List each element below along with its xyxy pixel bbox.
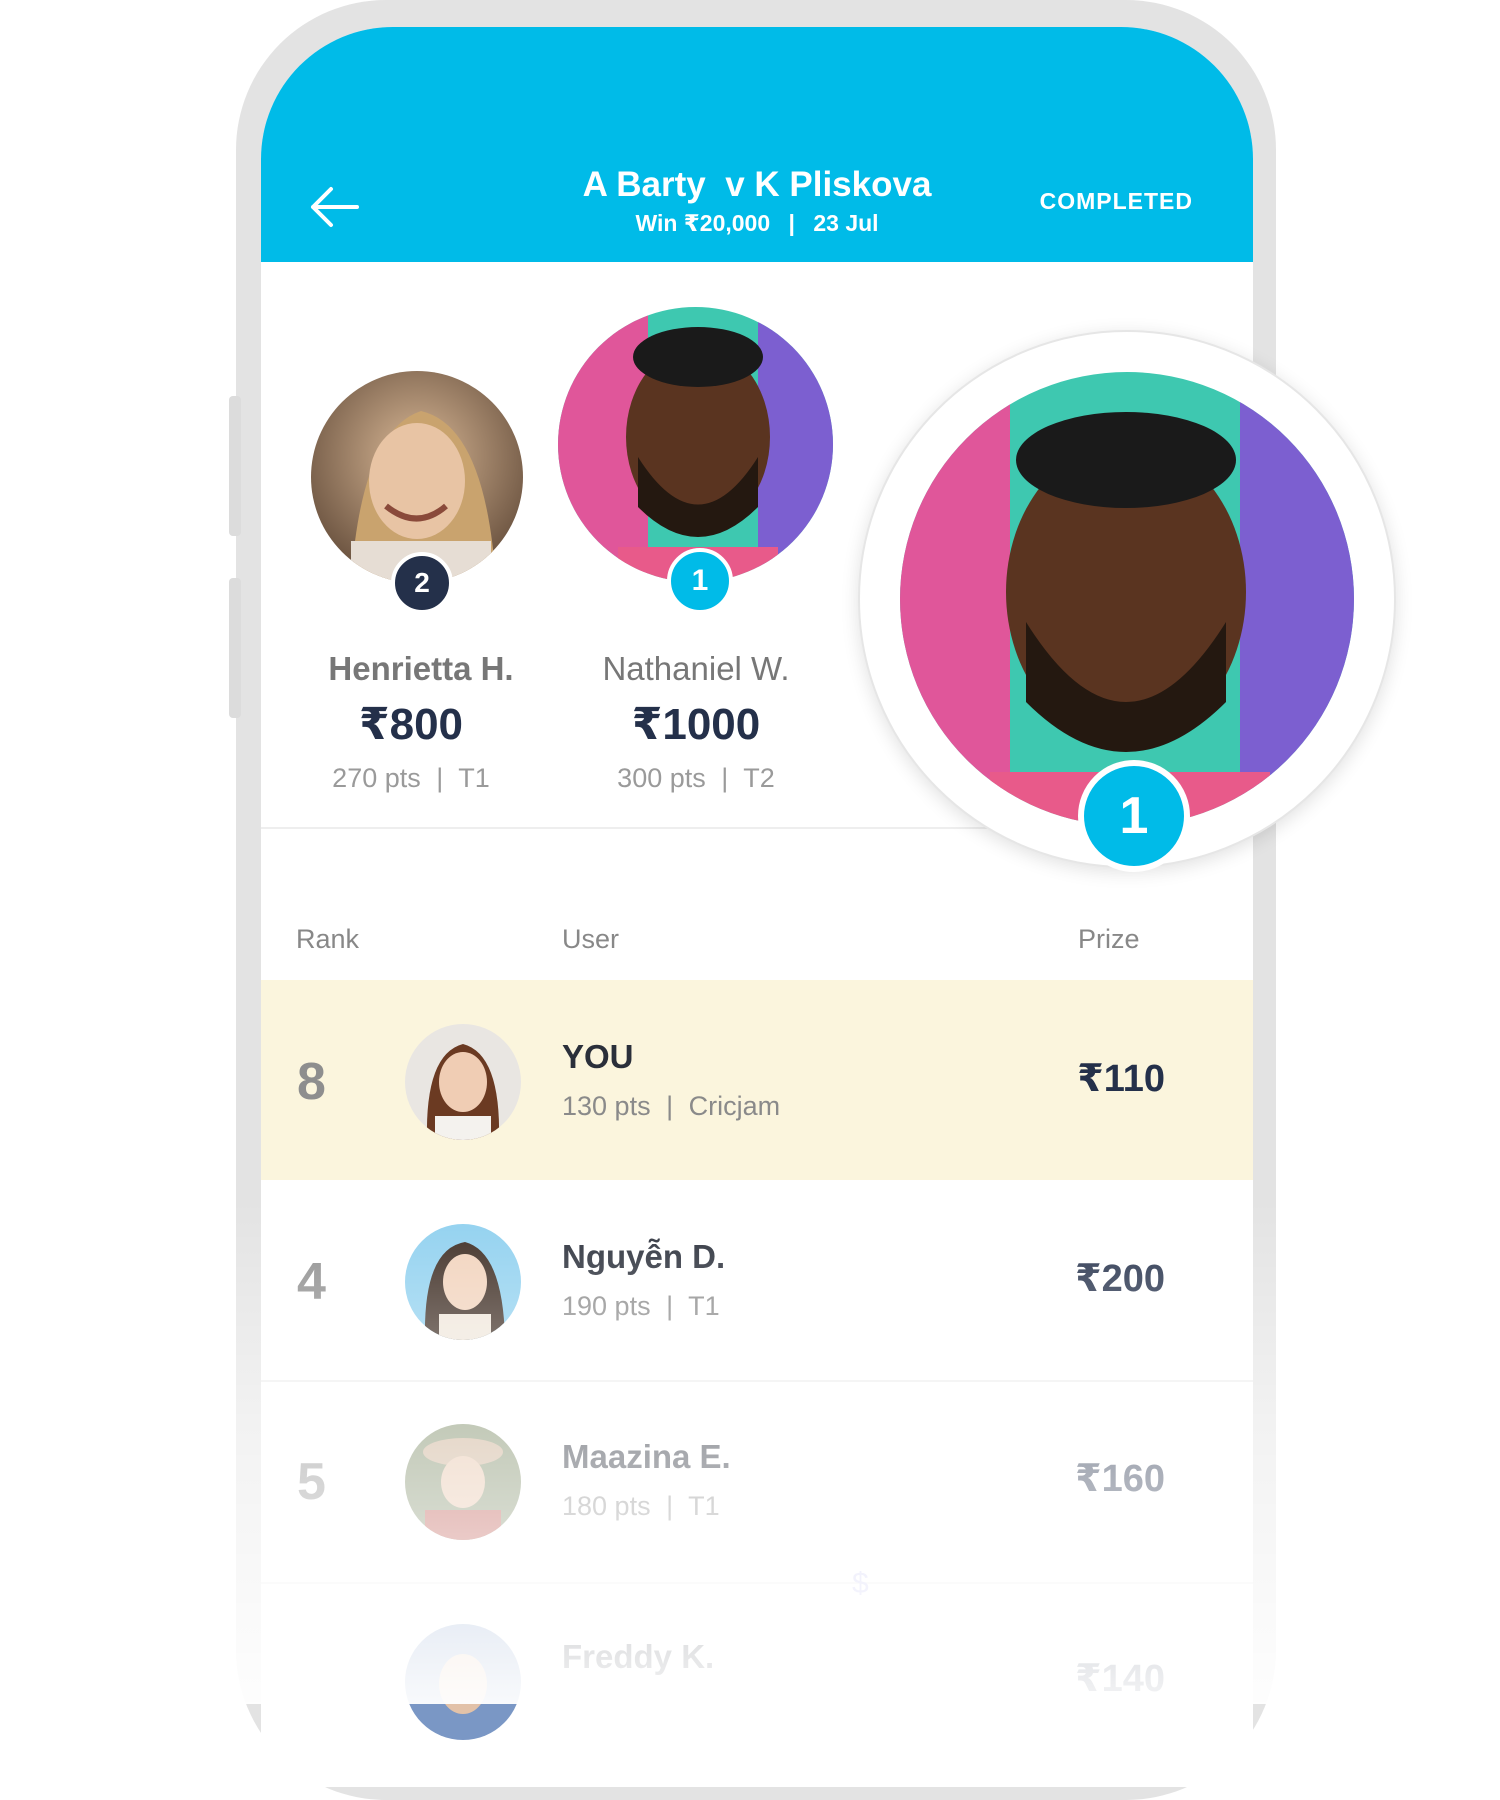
row-rank: 8 [297, 1053, 326, 1111]
app-screen: A Barty v K Pliskova Win ₹20,000 | 23 Ju… [261, 27, 1253, 1787]
phone-volume-button [229, 578, 241, 718]
row-user-name: YOU [562, 1038, 634, 1075]
player-prize: ₹1000 [631, 700, 761, 749]
player-team: T1 [458, 763, 490, 793]
avatar [405, 1224, 521, 1340]
phone-volume-button [229, 396, 241, 536]
row-rank: 5 [297, 1453, 326, 1511]
player-points: 300 pts [617, 763, 706, 793]
table-row[interactable]: Freddy K. ₹140 [261, 1584, 1253, 1784]
match-header: A Barty v K Pliskova Win ₹20,000 | 23 Ju… [261, 27, 1253, 262]
row-points: 130 pts [562, 1091, 651, 1121]
row-user-meta: 130 pts | Cricjam [562, 1091, 780, 1122]
player-meta: 270 pts | T1 [281, 763, 541, 794]
player-name: Henrietta H. [328, 650, 514, 687]
status-badge: COMPLETED [1039, 188, 1193, 214]
avatar [405, 1624, 521, 1740]
player-team: T2 [743, 763, 775, 793]
rank-badge-zoomed: 1 [1078, 760, 1190, 872]
avatar [405, 1424, 521, 1540]
row-user-meta: 180 pts | T1 [562, 1491, 720, 1522]
row-user-name: Freddy K. [562, 1638, 715, 1675]
avatar [311, 371, 523, 583]
separator: | [666, 1091, 674, 1121]
table-row[interactable]: 4 Nguyễn D. 190 pts | T1 ₹200 [261, 1180, 1253, 1380]
dollar-icon: $ [852, 1567, 869, 1600]
avatar [558, 307, 833, 582]
row-team: T1 [688, 1491, 720, 1521]
table-row[interactable]: 5 Maazina E. 180 pts | T1 ₹160 [261, 1382, 1253, 1582]
row-prize: ₹160 [1075, 1458, 1165, 1500]
separator: | [436, 763, 444, 793]
player-name: Nathaniel W. [602, 650, 790, 687]
separator: | [666, 1491, 674, 1521]
table-row-current-user[interactable]: 8 YOU 130 pts | Cricjam ₹110 [261, 980, 1253, 1180]
separator: | [721, 763, 729, 793]
zoom-callout: 1 [858, 330, 1396, 872]
row-prize: ₹110 [1077, 1058, 1165, 1100]
rank-badge: 1 [667, 548, 733, 614]
separator: | [788, 210, 795, 236]
match-date: 23 Jul [813, 210, 879, 236]
avatar [405, 1024, 521, 1140]
row-rank: 4 [297, 1253, 326, 1311]
row-user-meta: 190 pts | T1 [562, 1291, 720, 1322]
player-points: 270 pts [332, 763, 421, 793]
player-prize: ₹800 [358, 700, 464, 749]
row-prize: ₹140 [1075, 1658, 1165, 1700]
player-meta: 300 pts | T2 [561, 763, 831, 794]
column-header-prize: Prize [1078, 924, 1140, 954]
prize-pool: Win ₹20,000 [635, 210, 771, 236]
row-user-name: Nguyễn D. [562, 1238, 726, 1275]
column-header-rank: Rank [296, 924, 360, 954]
row-user-name: Maazina E. [562, 1438, 731, 1475]
row-points: 190 pts [562, 1291, 651, 1321]
separator: | [666, 1291, 674, 1321]
row-team: Cricjam [688, 1091, 781, 1121]
rank-badge: 2 [391, 552, 453, 614]
column-header-user: User [562, 924, 620, 954]
row-team: T1 [688, 1291, 720, 1321]
row-points: 180 pts [562, 1491, 651, 1521]
avatar-zoomed [900, 372, 1354, 826]
row-prize: ₹200 [1075, 1258, 1165, 1300]
